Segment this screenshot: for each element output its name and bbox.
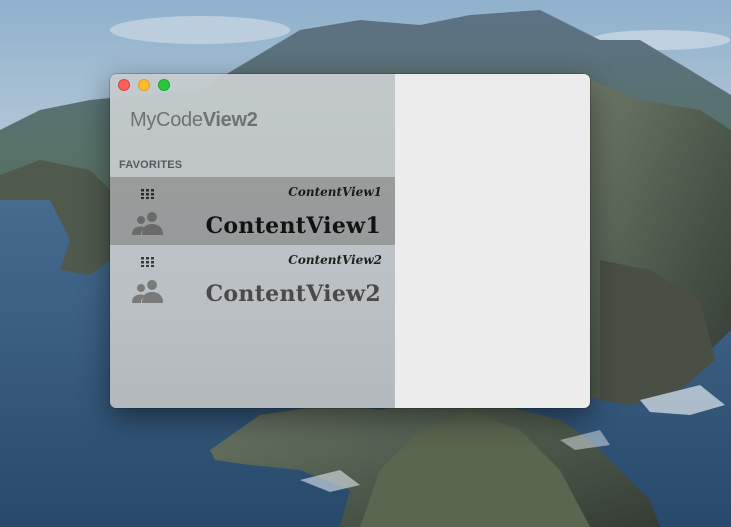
sidebar-item-small-label: ContentView2: [288, 253, 382, 267]
grid-icon: [141, 254, 155, 272]
people-icon: [132, 279, 164, 308]
app-title-bold: View2: [202, 109, 258, 131]
sidebar-item-small-label: ContentView1: [288, 185, 382, 199]
sidebar: MyCodeView2 FAVORITES ContentView1 Conte…: [110, 74, 395, 408]
grid-icon: [141, 186, 155, 204]
sidebar-item-label: ContentView1: [205, 213, 381, 239]
favorites-section-header: FAVORITES: [119, 159, 183, 171]
zoom-window-button[interactable]: [158, 79, 170, 91]
traffic-lights: [118, 79, 170, 91]
app-title: MyCodeView2: [130, 109, 258, 132]
sidebar-item-contentview2[interactable]: ContentView2 ContentView2: [110, 245, 395, 313]
close-window-button[interactable]: [118, 79, 130, 91]
detail-pane: [395, 74, 590, 408]
people-icon: [132, 211, 164, 240]
app-title-prefix: MyCode: [130, 109, 203, 131]
sidebar-item-label: ContentView2: [205, 281, 381, 307]
minimize-window-button[interactable]: [138, 79, 150, 91]
app-window: MyCodeView2 FAVORITES ContentView1 Conte…: [110, 74, 590, 408]
sidebar-item-contentview1[interactable]: ContentView1 ContentView1: [110, 177, 395, 245]
